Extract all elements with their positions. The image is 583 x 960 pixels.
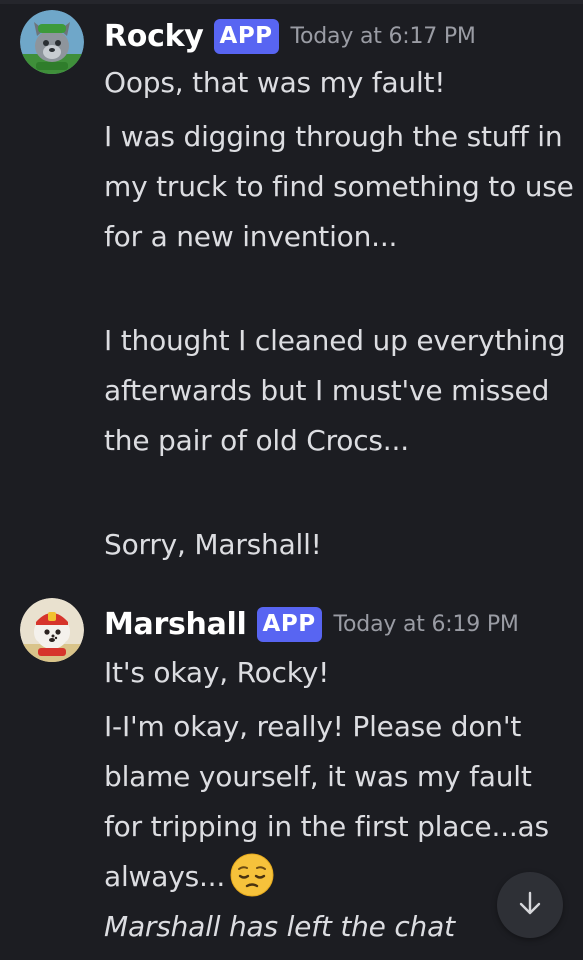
arrow-down-icon	[516, 889, 544, 921]
timestamp: Today at 6:19 PM	[333, 611, 519, 637]
message-text: I-I'm okay, really! Please don't blame y…	[104, 702, 574, 902]
username[interactable]: Rocky	[104, 19, 204, 54]
message-header: Rocky APP Today at 6:17 PM	[104, 16, 476, 56]
marshall-avatar[interactable]	[20, 598, 84, 662]
message-header: Marshall APP Today at 6:19 PM	[104, 604, 519, 644]
message-text: Oops, that was my fault!	[104, 66, 446, 99]
message-text: Sorry, Marshall!	[104, 528, 322, 561]
pensive-face-emoji	[229, 852, 275, 898]
app-badge: APP	[256, 606, 322, 642]
app-badge: APP	[213, 18, 279, 54]
scroll-to-bottom-button[interactable]	[497, 872, 563, 938]
message-text: I was digging through the stuff in my tr…	[104, 120, 574, 253]
timestamp: Today at 6:17 PM	[290, 23, 476, 49]
message-text: I thought I cleaned up everything afterw…	[104, 324, 566, 457]
message-text-content: I-I'm okay, really! Please don't blame y…	[104, 710, 549, 893]
rocky-avatar[interactable]	[20, 10, 84, 74]
message-text: It's okay, Rocky!	[104, 656, 330, 689]
top-edge	[0, 0, 583, 4]
username[interactable]: Marshall	[104, 607, 247, 642]
